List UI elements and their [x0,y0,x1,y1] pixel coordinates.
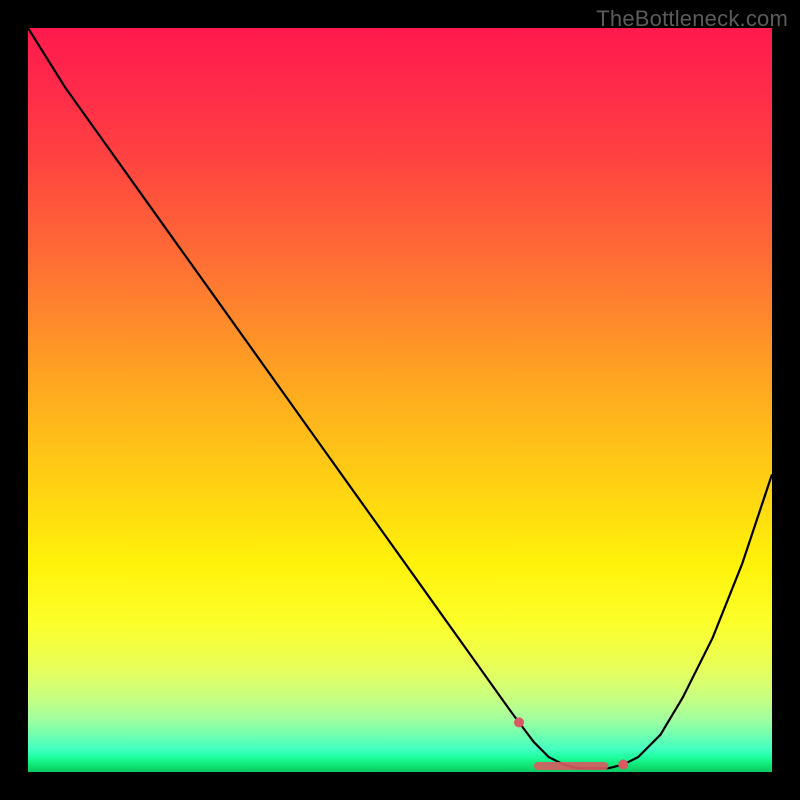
watermark-text: TheBottleneck.com [596,6,788,32]
optimal-range-band [534,762,608,770]
marker-right [618,760,628,770]
bottleneck-curve [28,28,772,772]
curve-line [28,28,772,768]
marker-left [514,717,524,727]
chart-plot-area [28,28,772,772]
